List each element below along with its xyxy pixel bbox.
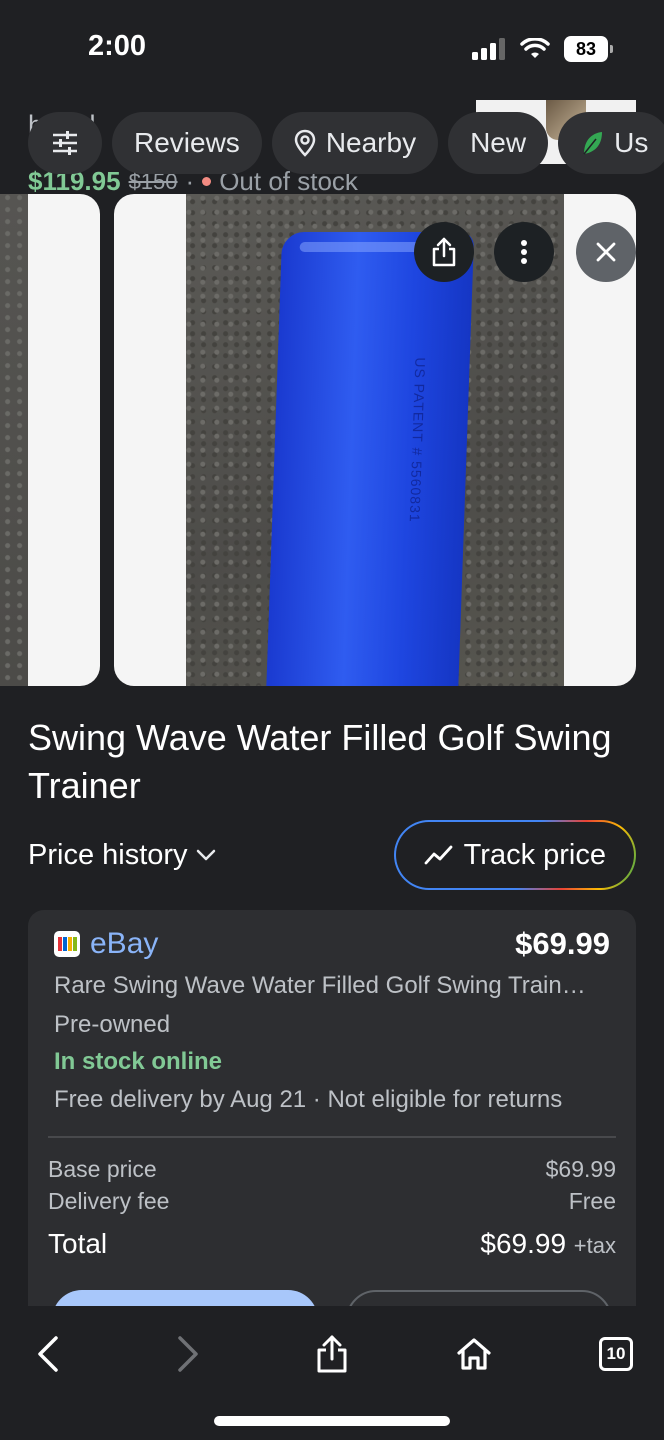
tube-imprint: US PATENT # 5560831 — [406, 357, 429, 523]
share-page-button[interactable] — [300, 1322, 364, 1386]
listing-title[interactable]: Rare Swing Wave Water Filled Golf Swing … — [54, 972, 614, 1000]
base-price-row: Base price $69.99 — [48, 1156, 616, 1183]
seller-link[interactable]: eBay — [54, 927, 158, 961]
chevron-down-icon — [196, 849, 215, 861]
share-icon — [432, 237, 456, 267]
delivery-fee-value: Free — [568, 1188, 616, 1214]
home-button[interactable] — [442, 1322, 506, 1386]
share-icon — [317, 1335, 347, 1373]
filter-chip-reviews[interactable]: Reviews — [112, 112, 262, 174]
close-icon — [596, 242, 616, 262]
total-value-group: $69.99 +tax — [480, 1228, 616, 1260]
delivery-info: Free delivery by Aug 21 · Not eligible f… — [54, 1086, 563, 1113]
tax-note: +tax — [573, 1233, 616, 1258]
home-indicator[interactable] — [214, 1416, 450, 1426]
price-history-toggle[interactable]: Price history — [28, 839, 216, 872]
seller-row: eBay $69.99 — [54, 926, 610, 962]
price-history-row: Price history Track price — [28, 820, 636, 890]
total-value: $69.99 — [480, 1228, 567, 1259]
tabs-count: 10 — [599, 1337, 633, 1371]
tune-icon — [53, 131, 77, 155]
more-options-button[interactable] — [494, 222, 554, 282]
product-image-gallery[interactable]: US PATENT # 5560831 — [0, 194, 664, 686]
more-vert-icon — [521, 240, 527, 264]
signal-icon — [472, 38, 505, 60]
filter-chip-nearby[interactable]: Nearby — [271, 112, 439, 174]
home-icon — [457, 1338, 491, 1370]
swing-wave-tube: US PATENT # 5560831 — [265, 232, 475, 686]
tabs-button[interactable]: 10 — [584, 1322, 648, 1386]
track-price-button[interactable]: Track price — [393, 820, 636, 890]
status-icons: 83 — [472, 36, 613, 62]
leaf-icon — [583, 132, 603, 155]
offer-price: $69.99 — [515, 926, 610, 961]
filter-chip-new[interactable]: New — [448, 112, 549, 174]
out-of-stock-dot — [202, 177, 212, 186]
wifi-icon — [520, 38, 550, 58]
chip-label: New — [470, 127, 527, 158]
base-price-label: Base price — [48, 1156, 157, 1182]
battery-indicator: 83 — [564, 36, 613, 62]
total-label: Total — [48, 1228, 108, 1259]
chip-label: Reviews — [134, 127, 240, 158]
filter-settings-chip[interactable] — [28, 112, 102, 174]
base-price-value: $69.99 — [545, 1156, 616, 1182]
availability: In stock online — [54, 1048, 223, 1075]
status-bar: 2:00 83 — [0, 0, 664, 100]
seller-name: eBay — [90, 927, 159, 960]
condition: Pre-owned — [54, 1011, 171, 1038]
ebay-logo-icon — [54, 931, 80, 957]
share-image-button[interactable] — [414, 222, 474, 282]
price-history-label: Price history — [28, 838, 188, 871]
main-product-image[interactable]: US PATENT # 5560831 — [114, 194, 636, 686]
chevron-right-icon — [178, 1336, 198, 1372]
back-button[interactable] — [16, 1322, 80, 1386]
delivery-fee-row: Delivery fee Free — [48, 1188, 616, 1215]
location-pin-icon — [294, 129, 316, 157]
delivery-fee-label: Delivery fee — [48, 1188, 170, 1214]
trending-icon — [424, 845, 453, 865]
divider — [48, 1136, 616, 1138]
previous-image[interactable] — [0, 194, 100, 686]
total-row: Total $69.99 +tax — [48, 1228, 616, 1260]
offer-card[interactable]: eBay $69.99 Rare Swing Wave Water Filled… — [28, 910, 636, 1330]
filter-chips: Reviews Nearby New Us — [28, 112, 664, 174]
status-time: 2:00 — [88, 30, 147, 62]
forward-button[interactable] — [156, 1322, 220, 1386]
chevron-left-icon — [38, 1336, 58, 1372]
filter-chip-used[interactable]: Us — [558, 112, 664, 174]
chip-label: Nearby — [325, 127, 417, 158]
product-title: Swing Wave Water Filled Golf Swing Train… — [28, 717, 612, 806]
track-price-label: Track price — [463, 838, 606, 871]
chip-label: Us — [614, 127, 649, 158]
close-button[interactable] — [576, 222, 636, 282]
